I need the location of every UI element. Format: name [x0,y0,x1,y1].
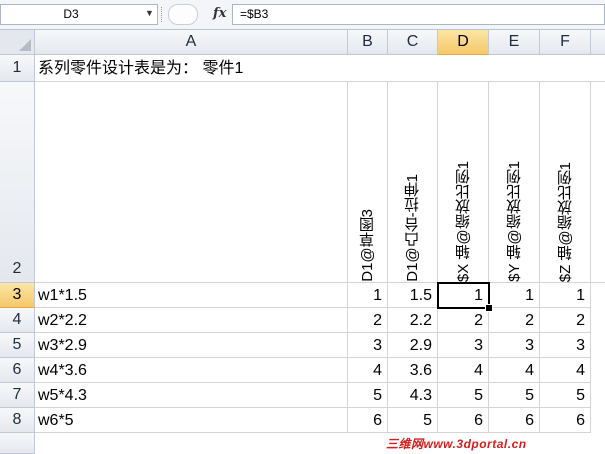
formula-bar-buttons[interactable] [168,4,198,25]
row-header-5[interactable]: 5 [0,333,35,358]
watermark: 三维网www.3dportal.cn [386,437,527,451]
cell-b7[interactable]: 5 [348,383,388,408]
header-e-label: $Y 轴@缩放比例1 [505,161,523,282]
name-box[interactable]: D3 ▼ [0,4,158,25]
header-c-label: D1@凸台-拉伸1 [404,174,421,282]
cell-f6[interactable]: 4 [540,358,591,383]
row-header-2[interactable]: 2 [0,82,35,283]
cell-b2[interactable]: D1@草图3 [348,82,388,283]
cell-f8[interactable]: 6 [540,408,591,433]
cell-e6[interactable]: 4 [489,358,540,383]
cell-g1[interactable] [591,55,605,82]
name-box-value: D3 [63,7,79,21]
column-header-e[interactable]: E [489,30,540,55]
row-header-4[interactable]: 4 [0,308,35,333]
cell-f3[interactable]: 1 [540,283,591,308]
cell-e8[interactable]: 6 [489,408,540,433]
column-header-g[interactable] [591,30,605,55]
header-d-label: $X 轴@缩放比例1 [454,160,472,282]
cell-e4[interactable]: 2 [489,308,540,333]
cell-f7[interactable]: 5 [540,383,591,408]
cell-c3[interactable]: 1.5 [388,283,438,308]
column-header-f[interactable]: F [540,30,591,55]
cell-d8[interactable]: 6 [438,408,489,433]
cell-a2[interactable] [35,82,348,283]
header-f-label: $Z 轴@缩放比例1 [556,161,574,282]
row-header-6[interactable]: 6 [0,358,35,383]
cell-b8[interactable]: 6 [348,408,388,433]
cell-b3[interactable]: 1 [348,283,388,308]
cell-b6[interactable]: 4 [348,358,388,383]
cell-f4[interactable]: 2 [540,308,591,333]
cell-e7[interactable]: 5 [489,383,540,408]
cell-f5[interactable]: 3 [540,333,591,358]
cell-c4[interactable]: 2.2 [388,308,438,333]
row-header-9[interactable] [0,433,35,454]
cell-f2[interactable]: $Z 轴@缩放比例1 [540,82,591,283]
cell-g2[interactable] [591,82,605,283]
cell-d5[interactable]: 3 [438,333,489,358]
cell-b4[interactable]: 2 [348,308,388,333]
cell-c6[interactable]: 3.6 [388,358,438,383]
cell-d2[interactable]: $X 轴@缩放比例1 [438,82,489,283]
row-header-3[interactable]: 3 [0,283,35,308]
header-b-label: D1@草图3 [359,209,376,282]
cell-b5[interactable]: 3 [348,333,388,358]
cell-a3[interactable]: w1*1.5 [35,283,348,308]
column-header-c[interactable]: C [388,30,438,55]
cell-a8[interactable]: w6*5 [35,408,348,433]
cell-c7[interactable]: 4.3 [388,383,438,408]
select-all-icon [19,39,31,51]
cell-d4[interactable]: 2 [438,308,489,333]
cell-c8[interactable]: 5 [388,408,438,433]
column-header-d[interactable]: D [438,30,489,55]
chevron-down-icon[interactable]: ▼ [145,8,154,18]
fill-handle[interactable] [485,304,493,312]
cell-d7[interactable]: 5 [438,383,489,408]
cell-c5[interactable]: 2.9 [388,333,438,358]
insert-function-icon[interactable]: fx [213,6,226,21]
cell-d3[interactable]: 1 [438,283,489,308]
row-header-7[interactable]: 7 [0,383,35,408]
column-header-a[interactable]: A [35,30,348,55]
cell-a5[interactable]: w3*2.9 [35,333,348,358]
cell-a4[interactable]: w2*2.2 [35,308,348,333]
cell-c2[interactable]: D1@凸台-拉伸1 [388,82,438,283]
cell-a7[interactable]: w5*4.3 [35,383,348,408]
row-header-8[interactable]: 8 [0,408,35,433]
formula-bar: D3 ▼ fx =$B3 [0,0,605,30]
column-header-b[interactable]: B [348,30,388,55]
cell-e5[interactable]: 3 [489,333,540,358]
cell-e3[interactable]: 1 [489,283,540,308]
formula-input[interactable]: =$B3 [232,4,605,25]
formula-value: =$B3 [240,7,269,21]
row-header-1[interactable]: 1 [0,55,35,82]
formula-bar-separator [161,7,164,22]
cell-a1[interactable]: 系列零件设计表是为： 零件1 [35,55,591,82]
cell-a6[interactable]: w4*3.6 [35,358,348,383]
select-all-button[interactable] [0,30,35,55]
cell-e2[interactable]: $Y 轴@缩放比例1 [489,82,540,283]
cell-d6[interactable]: 4 [438,358,489,383]
